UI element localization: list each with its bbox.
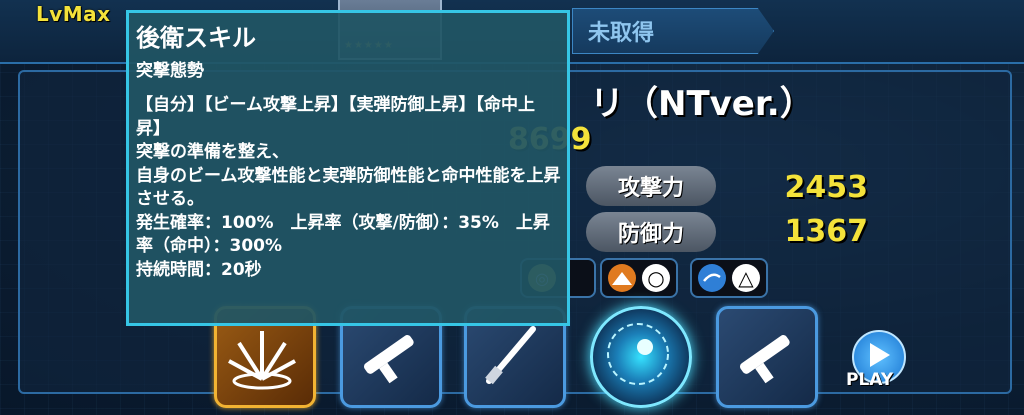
level-max-label: LvMax: [36, 2, 111, 26]
attack-stat-value: 2453: [784, 170, 869, 205]
sky-terrain-icon: [698, 264, 726, 292]
defense-stat-value: 1367: [784, 214, 869, 249]
tooltip-description: 【自分】【ビーム攻撃上昇】【実弾防御上昇】【命中上昇】 突撃の準備を整え、 自身…: [136, 95, 561, 280]
play-icon: [870, 343, 890, 367]
mountain-terrain-icon: [608, 264, 636, 292]
attack-stat-label: 攻撃力: [586, 166, 716, 206]
affinity-mark-good: ○: [642, 264, 670, 292]
defense-stat-label: 防御力: [586, 212, 716, 252]
acquire-tab-label: 未取得: [588, 21, 655, 46]
sky-affinity-chip: △: [690, 258, 768, 298]
mountain-affinity-chip: ○: [600, 258, 678, 298]
bazooka-weapon-icon-2: [740, 335, 790, 384]
weapon-slot-3[interactable]: [716, 306, 818, 408]
unit-name: リ（NTver.）: [590, 84, 814, 124]
tooltip-skill-name: 突撃態勢: [136, 61, 204, 81]
play-button-label: PLAY: [846, 370, 894, 390]
funnel-skill-slot[interactable]: [590, 306, 692, 408]
affinity-mark-fair: △: [732, 264, 760, 292]
funnel-attack-icon: [607, 323, 669, 385]
tooltip-title: 後衛スキル: [136, 24, 256, 52]
